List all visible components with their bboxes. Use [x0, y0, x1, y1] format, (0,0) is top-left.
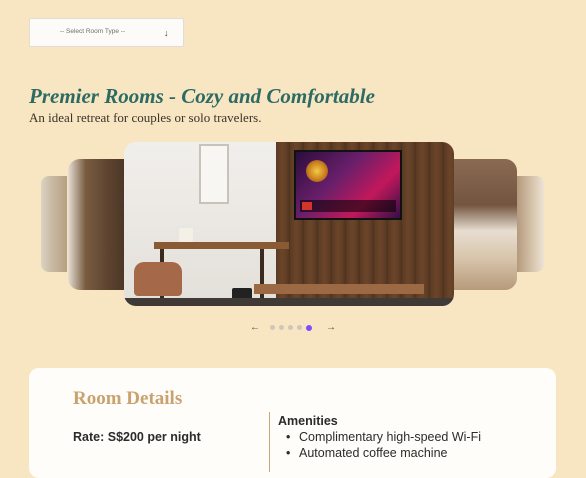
bullet-icon: • [286, 445, 291, 460]
carousel-slide-left[interactable] [68, 159, 126, 290]
carousel-slide-far-left[interactable] [41, 176, 67, 272]
carousel-slide-right[interactable] [453, 159, 517, 290]
room-type-select[interactable]: -- Select Room Type -- ↓ [29, 18, 184, 47]
room-photo-bench [254, 284, 424, 294]
carousel-dot[interactable] [279, 325, 284, 330]
details-divider [269, 412, 270, 472]
amenity-label: Automated coffee machine [299, 445, 448, 460]
page-title: Premier Rooms - Cozy and Comfortable [29, 84, 375, 108]
arrow-left-icon[interactable]: ← [250, 321, 260, 335]
carousel-dot[interactable] [297, 325, 302, 330]
room-photo-floor [124, 298, 454, 306]
carousel-navigation: ← → [248, 321, 338, 335]
carousel-slide-active[interactable] [124, 142, 454, 306]
carousel-dot[interactable] [288, 325, 293, 330]
room-type-select-placeholder: -- Select Room Type -- [59, 28, 126, 35]
carousel-dot[interactable] [270, 325, 275, 330]
room-photo-tv [294, 150, 402, 220]
amenities-list: • Complimentary high-speed Wi-Fi • Automate… [286, 430, 481, 461]
room-details-card: Room Details Rate: S$200 per night Ameni… [29, 368, 556, 478]
room-photo-desk [154, 242, 289, 249]
tv-screen-menu-bar [300, 200, 396, 212]
arrow-down-icon: ↓ [164, 28, 169, 38]
amenities-title: Amenities [278, 414, 338, 428]
tv-screen-logo [306, 160, 328, 182]
page-subtitle: An ideal retreat for couples or solo tra… [29, 110, 262, 125]
amenity-item: • Automated coffee machine [286, 446, 481, 462]
room-photo-mirror [199, 144, 229, 204]
amenity-item: • Complimentary high-speed Wi-Fi [286, 430, 481, 446]
arrow-right-icon[interactable]: → [326, 321, 336, 335]
carousel-slide-far-right[interactable] [517, 176, 544, 272]
tv-screen-menu-item [302, 202, 312, 210]
room-photo-lamp [179, 228, 193, 242]
amenity-label: Complimentary high-speed Wi-Fi [299, 430, 482, 444]
carousel-dot[interactable] [306, 324, 312, 331]
room-photo-chair [134, 262, 182, 296]
room-rate: Rate: S$200 per night [73, 430, 201, 444]
bullet-icon: • [286, 430, 291, 444]
room-details-title: Room Details [73, 388, 183, 409]
